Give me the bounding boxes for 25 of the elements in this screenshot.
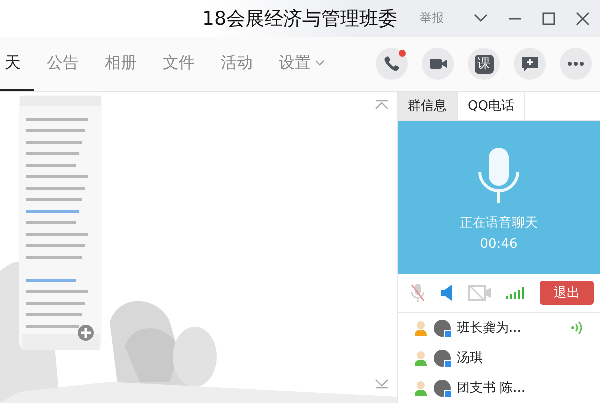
maximize-icon[interactable] (541, 10, 557, 26)
avatar (434, 320, 451, 336)
more-icon (568, 61, 584, 67)
leave-button[interactable]: 退出 (540, 280, 594, 305)
avatar (434, 380, 451, 396)
call-status: 正在语音聊天 (460, 215, 538, 232)
member-name[interactable]: 汤琪 (457, 349, 545, 367)
call-button[interactable] (376, 48, 408, 80)
new-chat-button[interactable] (514, 48, 546, 80)
window-title: 18会展经济与管理班委 (202, 8, 398, 30)
course-icon: 课 (474, 54, 494, 74)
phone-icon (382, 54, 402, 74)
panel-tab[interactable]: 群信息 (398, 92, 458, 120)
close-icon[interactable] (575, 10, 591, 26)
member-name[interactable]: 班长龚为... (457, 319, 545, 337)
course-button[interactable]: 课 (468, 48, 500, 80)
member-name[interactable]: 团支书 陈... (457, 379, 545, 397)
video-call-button[interactable] (422, 48, 454, 80)
avatar (434, 350, 451, 366)
speaker-icon[interactable] (440, 284, 454, 302)
chat-add-icon (520, 54, 540, 74)
call-duration: 00:46 (480, 237, 518, 252)
chevron-icon (315, 58, 325, 68)
more-button[interactable] (560, 48, 592, 80)
signal-icon (506, 286, 526, 299)
